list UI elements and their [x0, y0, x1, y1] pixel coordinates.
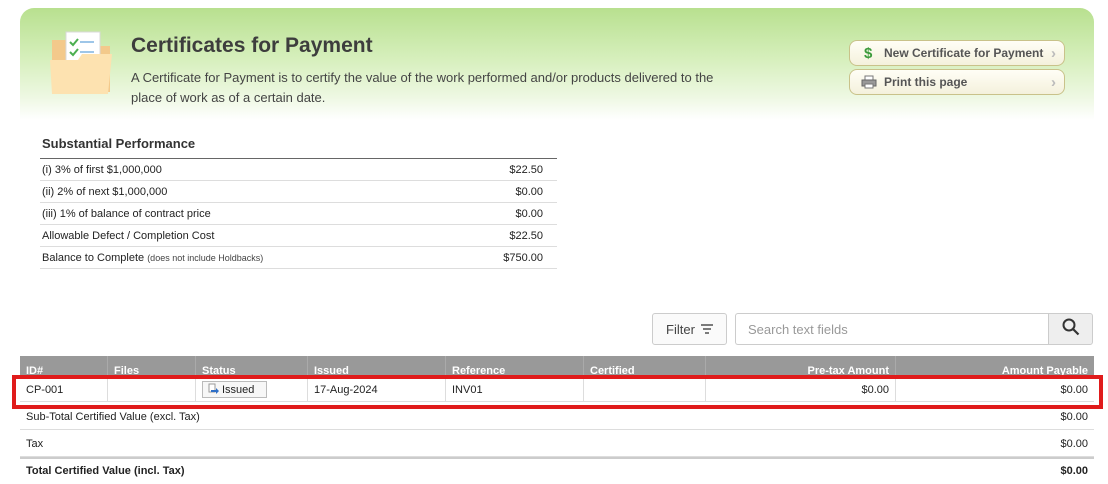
column-header-reference[interactable]: Reference	[446, 356, 584, 378]
sp-row: (i) 3% of first $1,000,000 $22.50	[40, 159, 557, 181]
svg-text:$: $	[864, 45, 873, 61]
cell-id: CP-001	[20, 378, 108, 401]
page-description: A Certificate for Payment is to certify …	[131, 70, 714, 105]
total-row: Total Certified Value (incl. Tax) $0.00	[20, 457, 1094, 483]
substantial-performance-table: (i) 3% of first $1,000,000 $22.50 (ii) 2…	[40, 158, 557, 269]
sp-row-value: $0.00	[515, 207, 543, 220]
sp-row-label: (iii) 1% of balance of contract price	[42, 207, 211, 220]
column-header-files[interactable]: Files	[108, 356, 196, 378]
sp-row: (ii) 2% of next $1,000,000 $0.00	[40, 181, 557, 203]
table-header: ID# Files Status Issued Reference Certif…	[20, 356, 1094, 378]
column-header-payable[interactable]: Amount Payable	[896, 356, 1094, 378]
column-header-pretax[interactable]: Pre-tax Amount	[706, 356, 896, 378]
certificates-table: ID# Files Status Issued Reference Certif…	[20, 356, 1094, 402]
subtotal-label: Sub-Total Certified Value (excl. Tax)	[26, 410, 200, 423]
sp-row: (iii) 1% of balance of contract price $0…	[40, 203, 557, 225]
filter-label: Filter	[666, 321, 695, 337]
table-row[interactable]: CP-001 Issued 17-Aug-2024 INV01 $0.00 $0…	[20, 378, 1094, 402]
sp-row-value: $750.00	[503, 251, 543, 264]
sp-row-note: (does not include Holdbacks)	[147, 252, 264, 263]
status-badge[interactable]: Issued	[202, 381, 268, 398]
status-label: Issued	[222, 383, 255, 396]
tax-row: Tax $0.00	[20, 431, 1094, 457]
sp-row-value: $22.50	[509, 163, 543, 176]
column-header-id[interactable]: ID#	[20, 356, 108, 378]
cell-status: Issued	[196, 378, 308, 401]
print-page-button[interactable]: Print this page ›	[849, 69, 1065, 95]
folder-checklist-icon	[48, 30, 118, 100]
subtotal-row: Sub-Total Certified Value (excl. Tax) $0…	[20, 404, 1094, 430]
total-label: Total Certified Value (incl. Tax)	[26, 465, 185, 477]
cell-files	[108, 378, 196, 401]
filter-button[interactable]: Filter	[652, 313, 727, 345]
sp-row-label: Balance to Complete	[42, 251, 145, 264]
column-header-certified[interactable]: Certified	[584, 356, 706, 378]
new-certificate-label: New Certificate for Payment	[884, 46, 1044, 60]
column-header-issued[interactable]: Issued	[308, 356, 446, 378]
search-button[interactable]	[1048, 313, 1093, 345]
substantial-performance-title: Substantial Performance	[42, 136, 196, 151]
page-title: Certificates for Payment	[131, 34, 373, 57]
arrow-right-icon	[208, 383, 219, 397]
sp-row-label: (ii) 2% of next $1,000,000	[42, 185, 168, 198]
search-icon	[1062, 318, 1080, 341]
cell-certified	[584, 378, 706, 401]
column-header-status[interactable]: Status	[196, 356, 308, 378]
sp-row-value: $0.00	[515, 185, 543, 198]
sp-row: Balance to Complete (does not include Ho…	[40, 247, 557, 269]
sp-row-label: (i) 3% of first $1,000,000	[42, 163, 162, 176]
print-page-label: Print this page	[884, 75, 968, 89]
tax-value: $0.00	[1060, 437, 1088, 450]
chevron-right-icon: ›	[1051, 45, 1056, 62]
new-certificate-button[interactable]: $ New Certificate for Payment ›	[849, 40, 1065, 66]
cell-payable: $0.00	[1060, 383, 1088, 396]
cell-issued: 17-Aug-2024	[308, 378, 446, 401]
sp-row: Allowable Defect / Completion Cost $22.5…	[40, 225, 557, 247]
sp-row-value: $22.50	[509, 229, 543, 242]
cell-pretax: $0.00	[706, 378, 896, 401]
dollar-icon: $	[860, 45, 878, 61]
chevron-right-icon: ›	[1051, 74, 1056, 91]
total-value: $0.00	[1060, 465, 1088, 477]
cell-reference: INV01	[446, 378, 584, 401]
search-input[interactable]	[735, 313, 1049, 345]
subtotal-value: $0.00	[1060, 410, 1088, 423]
sp-row-label: Allowable Defect / Completion Cost	[42, 229, 215, 242]
tax-label: Tax	[26, 437, 44, 450]
printer-icon	[860, 75, 878, 89]
filter-icon	[700, 322, 713, 337]
